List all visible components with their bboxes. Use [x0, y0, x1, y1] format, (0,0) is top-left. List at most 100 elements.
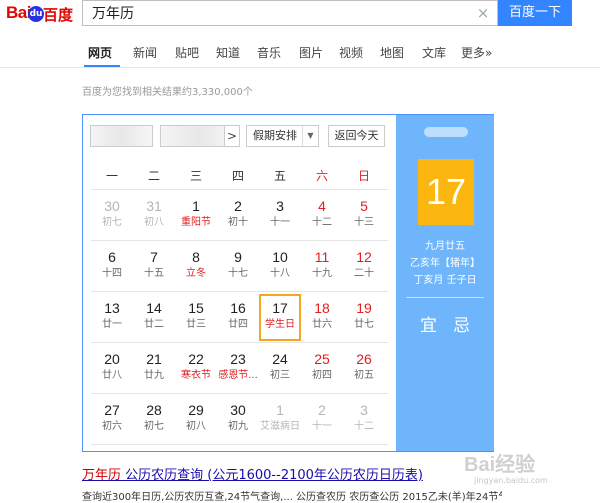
day-cell[interactable]: 1 艾滋病日 [259, 396, 301, 443]
tab-images[interactable]: 图片 [299, 44, 323, 61]
day-cell[interactable]: 3 十二 [343, 396, 385, 443]
day-number: 21 [146, 351, 162, 367]
day-cell[interactable]: 28 初七 [133, 396, 175, 443]
day-cell[interactable]: 31 初八 [133, 192, 175, 239]
watermark-url: jingyan.baidu.com [474, 476, 548, 485]
day-number: 26 [356, 351, 372, 367]
day-cell[interactable]: 22 寒衣节 [175, 345, 217, 392]
holiday-select[interactable]: 假期安排 ▼ [246, 125, 319, 147]
lunar-label: 十三 [354, 217, 374, 228]
tab-video[interactable]: 视频 [339, 44, 363, 61]
tab-more[interactable]: 更多» [461, 44, 492, 61]
tab-tieba[interactable]: 贴吧 [175, 44, 199, 61]
day-cell[interactable]: 19 廿七 [343, 294, 385, 341]
day-number: 17 [272, 300, 288, 316]
day-number: 15 [188, 300, 204, 316]
day-cell[interactable]: 3 十一 [259, 192, 301, 239]
day-cell[interactable]: 30 初七 [91, 192, 133, 239]
day-cell[interactable]: 4 十二 [301, 192, 343, 239]
day-cell[interactable]: 27 初六 [91, 396, 133, 443]
search-button[interactable]: 百度一下 [498, 0, 572, 26]
active-tab-underline [84, 65, 120, 67]
day-number: 11 [314, 249, 330, 265]
day-cell[interactable]: 5 十三 [343, 192, 385, 239]
day-cell[interactable]: 25 初四 [301, 345, 343, 392]
day-cell[interactable]: 11 十九 [301, 243, 343, 290]
lunar-label: 廿三 [186, 319, 206, 330]
lunar-label: 初三 [270, 370, 290, 381]
lunar-label: 初六 [102, 421, 122, 432]
search-tabs: 网页 新闻 贴吧 知道 音乐 图片 视频 地图 文库 更多» [0, 38, 600, 68]
day-number: 23 [230, 351, 246, 367]
day-cell[interactable]: 30 初九 [217, 396, 259, 443]
day-number: 8 [192, 249, 200, 265]
return-today-button[interactable]: 返回今天 [328, 125, 385, 147]
tab-music[interactable]: 音乐 [257, 44, 281, 61]
tab-zhidao[interactable]: 知道 [216, 44, 240, 61]
day-cell[interactable]: 7 十五 [133, 243, 175, 290]
holiday-select-label: 假期安排 [253, 129, 297, 142]
day-cell[interactable]: 26 初五 [343, 345, 385, 392]
day-cell[interactable]: 24 初三 [259, 345, 301, 392]
lunar-label: 廿六 [312, 319, 332, 330]
day-cell[interactable]: 14 廿二 [133, 294, 175, 341]
weekday-label: 三 [189, 169, 202, 183]
divider [406, 297, 484, 298]
baidu-logo[interactable]: Bai du 百度 [6, 3, 78, 25]
day-cell[interactable]: 2 十一 [301, 396, 343, 443]
results-count: 百度为您找到相关结果约3,330,000个 [82, 87, 253, 98]
lunar-label: 十二 [312, 217, 332, 228]
tab-web[interactable]: 网页 [88, 44, 112, 61]
day-number: 2 [318, 402, 326, 418]
clear-icon[interactable]: × [475, 4, 491, 22]
result-snippet: 查询近300年日历,公历农历互查,24节气查询,... 公历查农历 农历查公历 … [82, 492, 502, 503]
result-title-link[interactable]: 万年历 公历农历查询 (公元1600--2100年公历农历日历表) [82, 464, 423, 483]
day-cell-today[interactable]: 17 学生日 [259, 294, 301, 341]
day-number: 14 [146, 300, 162, 316]
calendar-grid: 一二三四五六日 30 初七 31 初八 1 重阳节 2 初十 3 十一 4 十二 5 十三 6 十四 7 十五 8 立… [91, 159, 388, 445]
lunar-label: 初五 [354, 370, 374, 381]
day-number: 3 [276, 198, 284, 214]
day-cell[interactable]: 1 重阳节 [175, 192, 217, 239]
lunar-label: 十一 [270, 217, 290, 228]
day-cell[interactable]: 18 廿六 [301, 294, 343, 341]
day-cell[interactable]: 8 立冬 [175, 243, 217, 290]
year-select[interactable] [90, 125, 153, 147]
lunar-label: 初十 [228, 217, 248, 228]
day-number: 22 [188, 351, 204, 367]
day-number: 7 [150, 249, 158, 265]
day-cell[interactable]: 29 初八 [175, 396, 217, 443]
weekday-header: 一二三四五六日 [91, 159, 388, 190]
search-input[interactable] [83, 1, 478, 25]
yi-ji-label[interactable]: 宜忌 [396, 311, 494, 336]
day-cell[interactable]: 15 廿三 [175, 294, 217, 341]
day-cell[interactable]: 16 廿四 [217, 294, 259, 341]
day-cell[interactable]: 12 二十 [343, 243, 385, 290]
day-cell[interactable]: 20 廿八 [91, 345, 133, 392]
day-cell[interactable]: 13 廿一 [91, 294, 133, 341]
day-cell[interactable]: 9 十七 [217, 243, 259, 290]
lunar-label: 初八 [144, 217, 164, 228]
day-number: 2 [234, 198, 242, 214]
next-month-button[interactable]: > [224, 125, 240, 147]
tab-wenku[interactable]: 文库 [422, 44, 446, 61]
day-number: 29 [188, 402, 204, 418]
tab-map[interactable]: 地图 [380, 44, 404, 61]
week-row: 20 廿八 21 廿九 22 寒衣节 23 感恩节... 24 初三 25 初四 26 初五 [91, 343, 388, 394]
weekday-label: 二 [147, 169, 160, 183]
weekday-label: 五 [273, 169, 286, 183]
result-title-text: 公历农历查询 (公元1600--2100年公历农历日历表) [121, 468, 423, 483]
day-cell[interactable]: 10 十八 [259, 243, 301, 290]
lunar-label: 初七 [144, 421, 164, 432]
lunar-label: 感恩节... [218, 370, 258, 381]
day-cell[interactable]: 21 廿九 [133, 345, 175, 392]
day-cell[interactable]: 23 感恩节... [217, 345, 259, 392]
day-number: 20 [104, 351, 120, 367]
lunar-label: 十七 [228, 268, 248, 279]
lunar-label: 十四 [102, 268, 122, 279]
lunar-label: 廿九 [144, 370, 164, 381]
day-cell[interactable]: 6 十四 [91, 243, 133, 290]
day-detail-panel: 17 九月廿五 乙亥年【猪年】 丁亥月 壬子日 宜忌 [396, 115, 494, 451]
tab-news[interactable]: 新闻 [133, 44, 157, 61]
day-cell[interactable]: 2 初十 [217, 192, 259, 239]
